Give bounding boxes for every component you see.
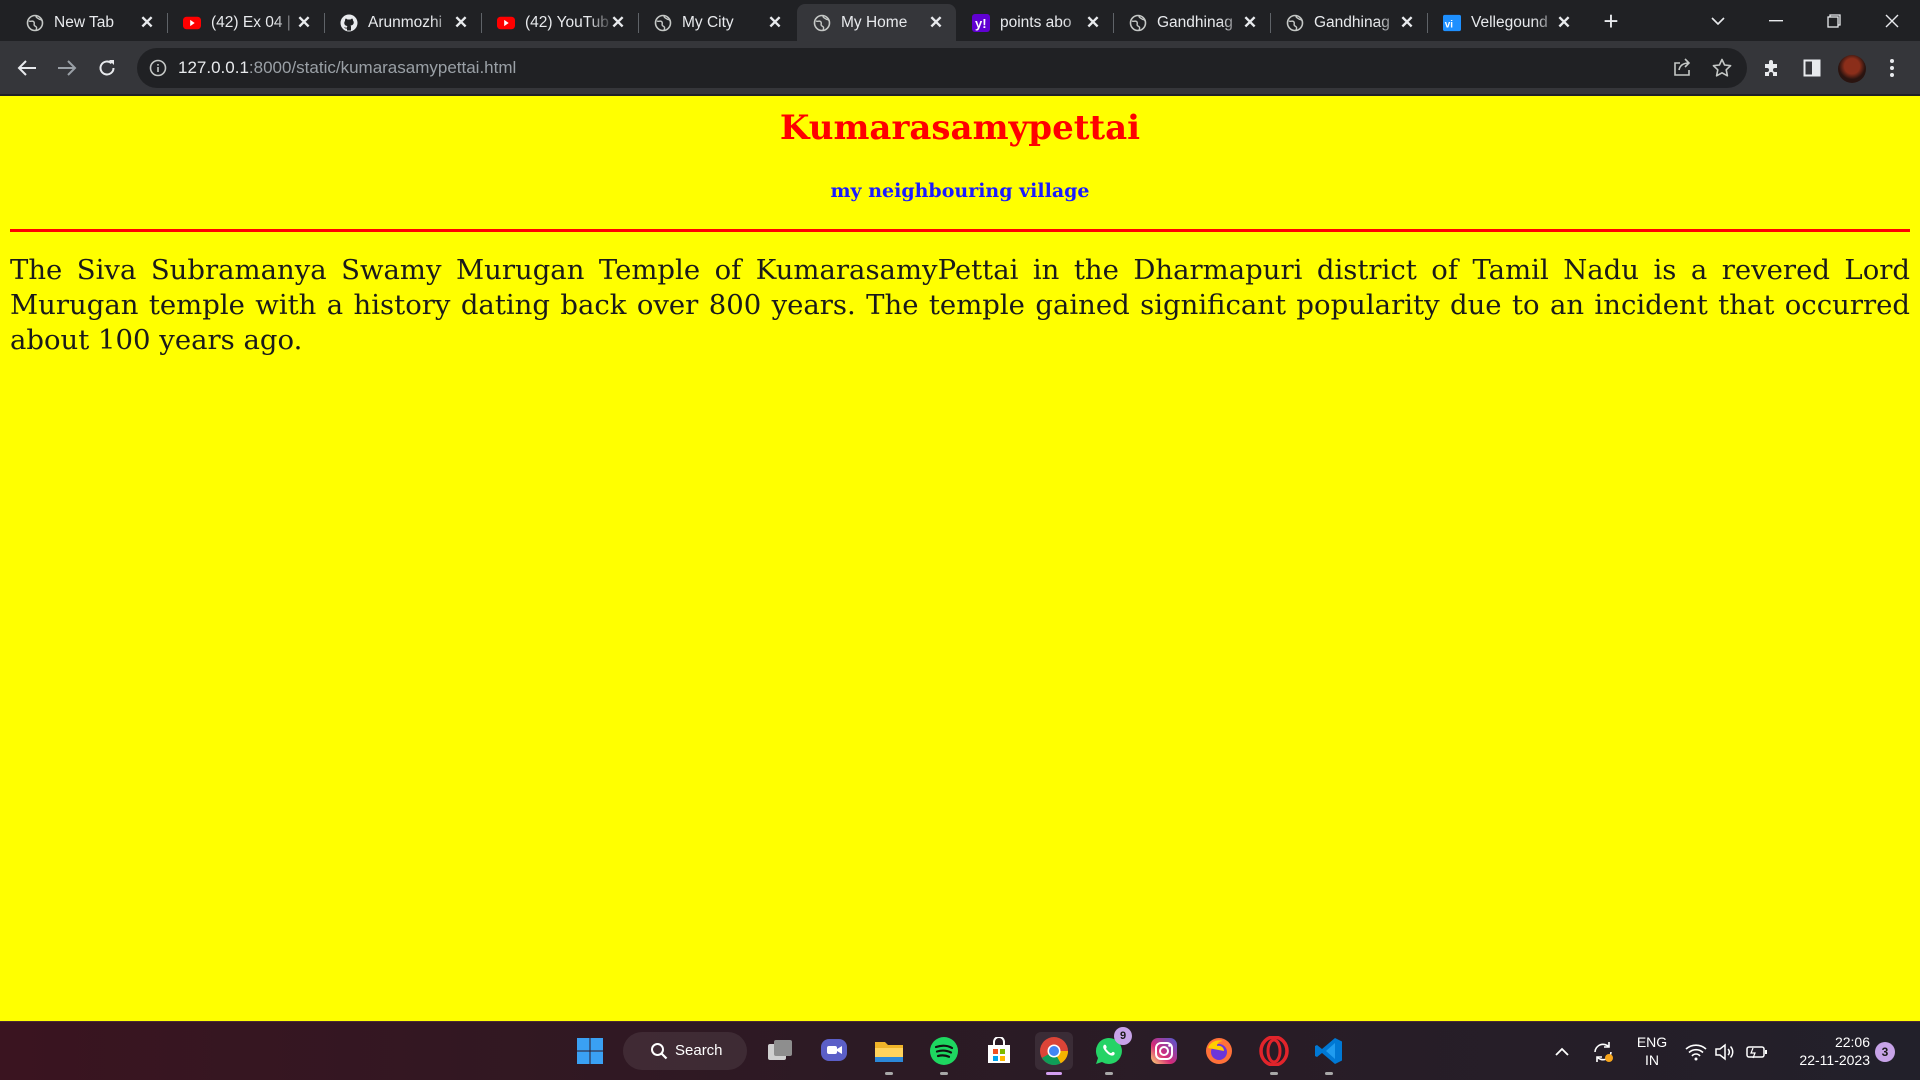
github-icon xyxy=(340,14,358,32)
back-arrow-icon[interactable] xyxy=(11,52,43,84)
kebab-menu-icon[interactable] xyxy=(1876,52,1908,84)
close-tab-icon[interactable]: ✕ xyxy=(1083,13,1103,33)
sync-update-icon[interactable] xyxy=(1588,1022,1618,1080)
tab-title: Vellegound xyxy=(1471,14,1548,31)
tab-gandhinagar-1[interactable]: Gandhinag ✕ xyxy=(1113,4,1271,41)
site-info-icon[interactable] xyxy=(149,59,167,77)
page-subheading: my neighbouring village xyxy=(830,180,1090,202)
url-path: :8000/static/kumarasamypettai.html xyxy=(248,58,517,77)
url-text[interactable]: 127.0.0.1:8000/static/kumarasamypettai.h… xyxy=(178,48,516,88)
page-heading: Kumarasamypettai xyxy=(779,108,1141,148)
tab-youtube[interactable]: (42) YouTub ✕ xyxy=(481,4,639,41)
url-host: 127.0.0.1 xyxy=(178,58,249,77)
input-language[interactable]: ENG IN xyxy=(1632,1033,1672,1069)
opera-icon[interactable] xyxy=(1255,1032,1293,1075)
spotify-icon[interactable] xyxy=(925,1032,963,1075)
whatsapp-badge: 9 xyxy=(1114,1027,1132,1045)
chrome-icon[interactable] xyxy=(1035,1032,1073,1075)
new-tab-plus-icon[interactable]: + xyxy=(1597,8,1625,36)
tab-vellegoundanpalayam[interactable]: vi Vellegound ✕ xyxy=(1427,4,1584,41)
tab-new-tab[interactable]: New Tab ✕ xyxy=(10,4,168,41)
language-code: ENG xyxy=(1636,1034,1668,1050)
address-bar[interactable]: 127.0.0.1:8000/static/kumarasamypettai.h… xyxy=(137,48,1747,88)
chevron-up-icon[interactable] xyxy=(1550,1022,1574,1080)
close-tab-icon[interactable]: ✕ xyxy=(926,13,946,33)
tab-title: My Home xyxy=(841,14,908,31)
close-tab-icon[interactable]: ✕ xyxy=(294,13,314,33)
windows-start-icon[interactable] xyxy=(571,1032,609,1070)
language-region: IN xyxy=(1645,1052,1659,1068)
wifi-icon[interactable] xyxy=(1683,1022,1709,1080)
globe-icon xyxy=(813,14,831,32)
restore-icon[interactable] xyxy=(1806,0,1862,41)
globe-icon xyxy=(654,14,672,32)
tab-title: New Tab xyxy=(54,14,115,31)
close-tab-icon[interactable]: ✕ xyxy=(1397,13,1417,33)
close-window-icon[interactable] xyxy=(1864,0,1920,41)
notification-badge[interactable]: 3 xyxy=(1875,1042,1895,1062)
globe-icon xyxy=(1286,14,1304,32)
page-viewport: Kumarasamypettai my neighbouring village… xyxy=(0,96,1920,1021)
youtube-icon xyxy=(497,14,515,32)
volume-icon[interactable] xyxy=(1713,1022,1739,1080)
instagram-icon[interactable] xyxy=(1145,1032,1183,1070)
system-clock[interactable]: 22:06 22-11-2023 xyxy=(1778,1033,1870,1069)
tab-strip: New Tab ✕ (42) Ex 04 | ✕ Arunmozhi ✕ (42… xyxy=(0,0,1920,41)
horizontal-rule xyxy=(10,229,1910,232)
tab-github[interactable]: Arunmozhi ✕ xyxy=(324,4,482,41)
windows-taskbar: Search 9 ENG IN 22:06 22-11-2023 3 xyxy=(0,1021,1920,1080)
tab-title: Gandhinag xyxy=(1314,14,1390,31)
clock-time: 22:06 xyxy=(1834,1034,1870,1050)
tab-my-home[interactable]: My Home ✕ xyxy=(797,4,956,41)
minimize-icon[interactable] xyxy=(1748,0,1804,41)
close-tab-icon[interactable]: ✕ xyxy=(765,13,785,33)
globe-icon xyxy=(1129,14,1147,32)
tab-title: Arunmozhi xyxy=(368,14,443,31)
microsoft-store-icon[interactable] xyxy=(980,1032,1018,1070)
page-paragraph: The Siva Subramanya Swamy Murugan Temple… xyxy=(10,254,1910,356)
close-tab-icon[interactable]: ✕ xyxy=(608,13,628,33)
vellegoundanpalayam-icon: vi xyxy=(1443,14,1461,32)
browser-toolbar: 127.0.0.1:8000/static/kumarasamypettai.h… xyxy=(0,41,1920,95)
tab-my-city[interactable]: My City ✕ xyxy=(638,4,795,41)
close-tab-icon[interactable]: ✕ xyxy=(1240,13,1260,33)
tab-gandhinagar-2[interactable]: Gandhinag ✕ xyxy=(1270,4,1428,41)
tab-title: My City xyxy=(682,14,734,31)
reload-icon[interactable] xyxy=(91,52,123,84)
close-tab-icon[interactable]: ✕ xyxy=(1554,13,1574,33)
tab-title: points abo xyxy=(1000,14,1072,31)
tab-yahoo[interactable]: y! points abo ✕ xyxy=(956,4,1114,41)
search-label: Search xyxy=(675,1042,723,1059)
battery-icon[interactable] xyxy=(1744,1022,1770,1080)
youtube-icon xyxy=(183,14,201,32)
globe-icon xyxy=(26,14,44,32)
svg-text:vi: vi xyxy=(1445,20,1453,31)
whatsapp-icon[interactable]: 9 xyxy=(1090,1027,1132,1075)
tab-title: (42) YouTub xyxy=(525,14,609,31)
share-icon[interactable] xyxy=(1671,57,1693,79)
close-tab-icon[interactable]: ✕ xyxy=(137,13,157,33)
tab-title: (42) Ex 04 | xyxy=(211,14,291,31)
task-view-icon[interactable] xyxy=(761,1032,799,1070)
file-explorer-icon[interactable] xyxy=(870,1032,908,1075)
firefox-icon[interactable] xyxy=(1200,1032,1238,1070)
search-icon xyxy=(650,1042,668,1064)
teams-chat-icon[interactable] xyxy=(815,1032,853,1070)
taskbar-search[interactable]: Search xyxy=(623,1032,747,1070)
yahoo-icon: y! xyxy=(972,14,990,32)
svg-text:y!: y! xyxy=(975,16,987,31)
extensions-puzzle-icon[interactable] xyxy=(1756,52,1788,84)
bookmark-star-icon[interactable] xyxy=(1711,57,1733,79)
forward-arrow-icon[interactable] xyxy=(51,52,83,84)
tab-youtube-ex04[interactable]: (42) Ex 04 | ✕ xyxy=(167,4,325,41)
clock-date: 22-11-2023 xyxy=(1799,1052,1870,1068)
vscode-icon[interactable] xyxy=(1310,1032,1348,1075)
side-panel-icon[interactable] xyxy=(1796,52,1828,84)
profile-avatar[interactable] xyxy=(1838,55,1866,83)
tab-search-chevron-icon[interactable] xyxy=(1690,0,1746,41)
close-tab-icon[interactable]: ✕ xyxy=(451,13,471,33)
tab-title: Gandhinag xyxy=(1157,14,1233,31)
